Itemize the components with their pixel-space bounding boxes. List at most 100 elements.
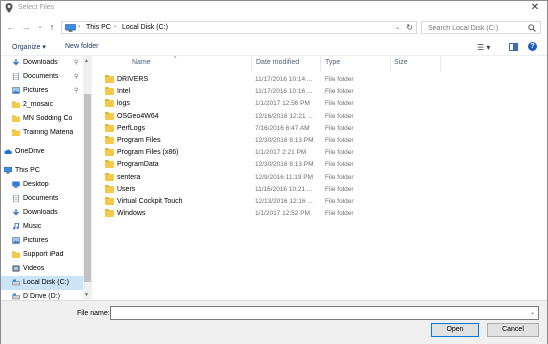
file-list-row[interactable]: ProgramData 12/30/2016 8:13 PM File folder <box>101 159 411 171</box>
documents-icon <box>12 72 20 81</box>
sidebar-item[interactable]: Pictures <box>1 234 83 248</box>
address-dropdown-icon[interactable]: ⌄ <box>395 24 400 31</box>
organize-menu-button[interactable]: Organize ▾ <box>12 43 46 51</box>
file-list-row[interactable]: Intel 11/17/2016 10:16 ... File folder <box>101 86 411 98</box>
recent-locations-button[interactable]: ⌄ <box>35 21 45 33</box>
type-cell: File folder <box>325 149 354 157</box>
type-cell: File folder <box>325 112 354 120</box>
date-modified-cell: 12/30/2016 8:13 PM <box>255 161 314 169</box>
sidebar-item[interactable]: Pictures ⚲ <box>1 84 83 98</box>
sidebar-item-label: OneDrive <box>15 148 45 155</box>
sidebar-item-label: Downloads <box>23 59 58 66</box>
sidebar-item[interactable]: Downloads <box>1 206 83 220</box>
cancel-button[interactable]: Cancel <box>487 323 539 337</box>
column-header-date-modified[interactable]: Date modified <box>256 59 299 66</box>
sidebar-item[interactable]: Videos <box>1 262 83 276</box>
drive-icon <box>12 293 20 300</box>
sidebar-item[interactable]: Training Materia <box>1 126 83 140</box>
sidebar-item[interactable]: Local Disk (C:) <box>1 276 83 290</box>
breadcrumb-local-disk[interactable]: Local Disk (C:) <box>122 24 168 31</box>
column-divider[interactable] <box>440 57 441 71</box>
open-button[interactable]: Open <box>431 323 479 337</box>
date-modified-cell: 7/16/2016 6:47 AM <box>255 124 310 132</box>
folder-icon <box>105 123 114 132</box>
file-list-row[interactable]: DRIVERS 11/17/2016 10:14 ... File folder <box>101 74 411 86</box>
sidebar-item[interactable]: Music <box>1 220 83 234</box>
file-name-cell: Intel <box>117 88 131 96</box>
sidebar-item[interactable]: 2_mosaic <box>1 98 83 112</box>
sidebar-item-label: D Drive (D:) <box>23 293 60 300</box>
sidebar-item-label: This PC <box>15 167 40 174</box>
type-cell: File folder <box>325 198 354 205</box>
column-header-name[interactable]: Name <box>132 59 151 66</box>
folder-icon <box>105 75 114 83</box>
help-icon[interactable]: ? <box>528 42 537 51</box>
preview-pane-icon[interactable] <box>509 43 518 51</box>
file-list-row[interactable]: Users 11/16/2016 10:21 ... File folder <box>101 184 411 196</box>
search-box[interactable] <box>421 21 541 34</box>
type-cell: File folder <box>325 88 354 96</box>
folder-icon <box>12 115 20 122</box>
sidebar-item[interactable]: Support iPad <box>1 248 83 262</box>
date-modified-cell: 1/1/2017 2:21 PM <box>255 149 307 157</box>
file-name-label: File name: <box>77 310 110 317</box>
type-cell: File folder <box>325 76 354 83</box>
scroll-up-icon[interactable]: ▲ <box>84 58 89 64</box>
search-icon <box>528 24 536 32</box>
navigation-pane: Downloads ⚲ Documents ⚲ Pictures ⚲ 2_mosaic MN … <box>1 56 93 300</box>
new-folder-button[interactable]: New folder <box>65 43 98 50</box>
sidebar-item[interactable]: Desktop <box>1 178 83 192</box>
file-name-combobox[interactable]: ⌄ <box>110 306 539 320</box>
download-arrow-icon <box>12 209 20 216</box>
address-bar[interactable]: › This PC › Local Disk (C:) ⌄ ↻ <box>61 21 417 34</box>
sidebar-item[interactable]: Documents <box>1 192 83 206</box>
type-cell: File folder <box>325 100 354 108</box>
sidebar-item-label: MN Sodding Co <box>23 115 73 122</box>
column-header-size[interactable]: Size <box>394 59 408 66</box>
file-list-row[interactable]: Windows 1/1/2017 12:52 PM File folder <box>101 208 411 220</box>
chevron-down-icon[interactable]: ⌄ <box>530 309 535 316</box>
scrollbar-thumb[interactable] <box>84 94 91 282</box>
file-list-row[interactable]: Program Files (x86) 1/1/2017 2:21 PM File … <box>101 147 411 159</box>
file-list-row[interactable]: PerfLogs 7/16/2016 6:47 AM File folder <box>101 123 411 135</box>
folder-icon <box>105 111 114 120</box>
forward-button[interactable]: → <box>21 21 31 33</box>
change-view-button[interactable]: ☰ ▾ <box>477 43 490 52</box>
column-divider[interactable] <box>251 57 252 71</box>
search-input[interactable] <box>428 23 523 33</box>
file-name-input[interactable] <box>114 309 514 318</box>
file-list-row[interactable]: Virtual Cockpit Touch 12/13/2016 12:16 ..… <box>101 196 411 208</box>
sidebar-item[interactable]: Documents ⚲ <box>1 70 83 84</box>
date-modified-cell: 11/17/2016 10:16 ... <box>255 88 313 96</box>
column-divider[interactable] <box>320 57 321 71</box>
folder-icon <box>105 136 114 144</box>
breadcrumb-this-pc[interactable]: This PC <box>86 24 111 31</box>
sidebar-item[interactable]: D Drive (D:) <box>1 290 83 300</box>
file-list-row[interactable]: Program Files 12/30/2016 8:13 PM File fold… <box>101 135 411 147</box>
scroll-down-icon[interactable]: ▼ <box>84 292 89 298</box>
breadcrumb-separator: › <box>78 24 80 30</box>
sidebar-item[interactable]: MN Sodding Co <box>1 112 83 126</box>
column-divider[interactable] <box>390 57 391 71</box>
folder-icon <box>105 209 114 218</box>
sidebar-item-label: Documents <box>23 73 59 80</box>
file-list-row[interactable]: sentera 12/9/2016 11:19 PM File folder <box>101 172 411 184</box>
date-modified-cell: 11/16/2016 10:21 ... <box>255 185 313 193</box>
desktop-icon <box>12 181 20 188</box>
resize-grip-icon[interactable]: ⋰ <box>539 336 545 342</box>
folder-icon <box>105 148 114 157</box>
file-list-row[interactable]: logs 1/1/2017 12:56 PM File folder <box>101 98 411 110</box>
refresh-icon[interactable]: ↻ <box>406 23 413 32</box>
sidebar-item[interactable]: OneDrive <box>1 145 83 159</box>
sidebar-item[interactable]: This PC <box>1 164 83 178</box>
computer-icon <box>65 24 76 32</box>
up-button[interactable]: ↑ <box>47 21 57 33</box>
folder-icon <box>12 101 20 108</box>
file-list-row[interactable]: OSGeo4W64 12/16/2016 12:21 ... File folder <box>101 111 411 123</box>
back-button[interactable]: ← <box>6 21 16 33</box>
navigation-pane-scrollbar[interactable]: ▲ ▼ <box>83 56 92 300</box>
close-button[interactable]: ✕ <box>529 2 541 14</box>
column-header-type[interactable]: Type <box>325 59 340 66</box>
pictures-icon <box>12 237 20 244</box>
sidebar-item[interactable]: Downloads ⚲ <box>1 56 83 70</box>
